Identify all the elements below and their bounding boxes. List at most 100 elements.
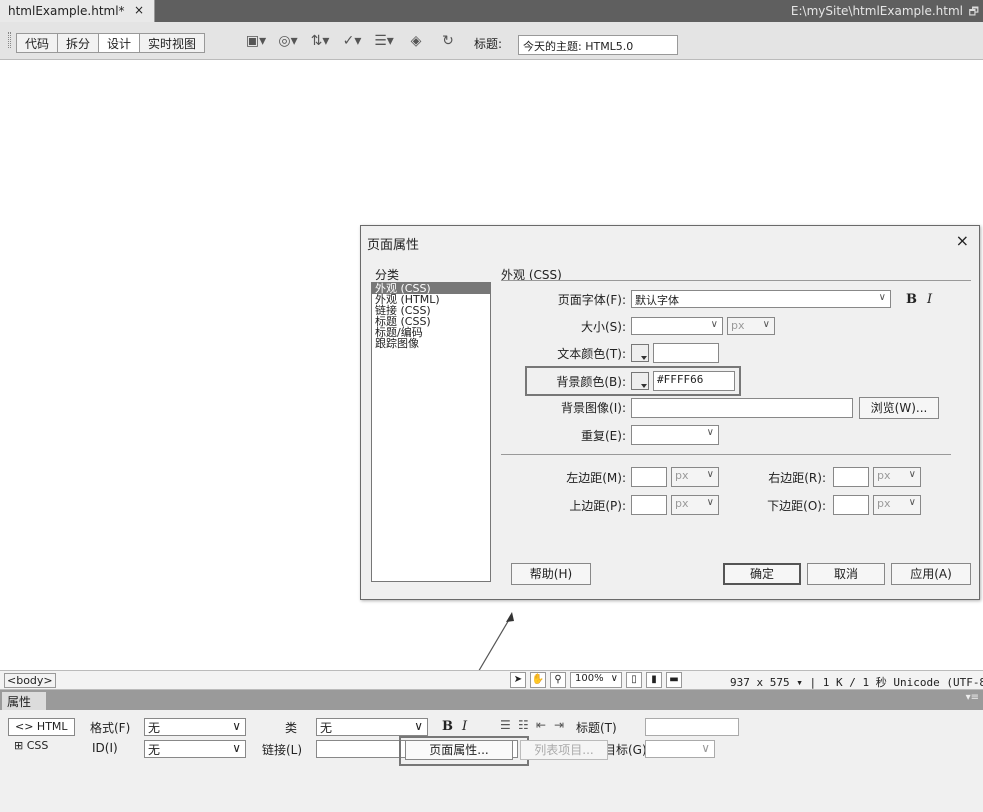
hand-tool-icon[interactable]: ✋ [530, 672, 546, 688]
chevron-down-icon: ∨ [414, 719, 423, 733]
zoom-tool-icon[interactable]: ⚲ [550, 672, 566, 688]
bottom-margin-unit[interactable]: px ∨ [873, 495, 921, 515]
preview-browser-icon[interactable]: ◎▾ [276, 33, 300, 49]
indent-icon[interactable]: ⇥ [554, 718, 564, 732]
page-title-input[interactable]: 今天的主题: HTML5.0 [518, 35, 678, 55]
ordered-list-icon[interactable]: ☷ [518, 718, 529, 732]
window-size[interactable]: 937 x 575 [730, 676, 790, 689]
document-tab[interactable]: htmlExample.html* × [0, 0, 155, 22]
class-label: 类 [285, 721, 298, 735]
class-select[interactable]: 无 ∨ [316, 718, 428, 736]
left-margin-unit[interactable]: px ∨ [671, 467, 719, 487]
download-size: 1 K / 1 秒 [822, 676, 887, 689]
size-unit: px [731, 319, 745, 332]
category-list: 外观 (CSS) 外观 (HTML) 链接 (CSS) 标题 (CSS) 标题/… [371, 282, 491, 582]
text-color-swatch[interactable] [631, 344, 649, 362]
multiscreen-icon[interactable]: ▣▾ [244, 33, 268, 49]
left-margin-input[interactable] [631, 467, 667, 487]
top-margin-unit[interactable]: px ∨ [671, 495, 719, 515]
size-unit-select[interactable]: px ∨ [727, 317, 775, 335]
link-label: 链接(L) [262, 743, 303, 757]
view-switcher: 代码 拆分 设计 实时视图 [16, 33, 206, 53]
target-label: 目标(G) [604, 743, 647, 757]
chevron-down-icon: ∨ [908, 497, 916, 508]
status-info: 937 x 575 ▾ | 1 K / 1 秒 Unicode (UTF-8) [730, 674, 983, 690]
document-tab-label: htmlExample.html* [8, 4, 125, 18]
chevron-down-icon: ∨ [706, 469, 714, 480]
page-properties-dialog: 页面属性 × 分类 外观 (CSS) 外观 (HTML) 链接 (CSS) 标题… [360, 225, 980, 600]
top-margin-input[interactable] [631, 495, 667, 515]
chevron-down-icon: ∨ [701, 741, 710, 755]
tag-selector-body[interactable]: <body> [4, 673, 56, 688]
target-select[interactable]: ∨ [645, 740, 715, 758]
apply-button[interactable]: 应用(A) [891, 563, 971, 585]
chevron-down-icon: ∨ [232, 741, 241, 755]
css-mode-button[interactable]: ⊞ CSS [8, 738, 54, 756]
toolbar-grip[interactable] [8, 32, 11, 48]
right-margin-unit-value: px [877, 469, 891, 482]
dialog-title: 页面属性 [367, 238, 420, 253]
bold-button[interactable]: B [442, 719, 453, 734]
unordered-list-icon[interactable]: ☰ [500, 718, 511, 732]
dialog-close-icon[interactable]: × [956, 231, 969, 250]
category-label: 分类 [375, 268, 400, 282]
zoom-select[interactable]: 100% ∨ [570, 672, 622, 688]
chevron-down-icon: ∨ [878, 292, 886, 303]
outdent-icon[interactable]: ⇤ [536, 718, 546, 732]
status-bar: <body> ➤ ✋ ⚲ 100% ∨ ▯ ▮ ▬ 937 x 575 ▾ | … [0, 670, 983, 690]
chevron-down-icon: ∨ [710, 319, 718, 330]
properties-panel-header: 属性 ▾≡ [0, 690, 983, 710]
format-label: 格式(F) [90, 721, 131, 735]
code-view-button[interactable]: 代码 [16, 33, 59, 53]
bg-image-label: 背景图像(I): [561, 401, 626, 415]
italic-button[interactable]: I [927, 292, 932, 307]
title-attr-label: 标题(T) [576, 721, 617, 735]
text-color-input[interactable] [653, 343, 719, 363]
bottom-margin-input[interactable] [833, 495, 869, 515]
format-select[interactable]: 无 ∨ [144, 718, 246, 736]
bg-color-swatch[interactable] [631, 372, 649, 390]
refresh-icon[interactable]: ↻ [436, 33, 460, 49]
browse-button[interactable]: 浏览(W)... [859, 397, 939, 419]
help-button[interactable]: 帮助(H) [511, 563, 591, 585]
title-label: 标题: [474, 37, 503, 51]
cancel-button[interactable]: 取消 [807, 563, 885, 585]
w3c-validation-icon[interactable]: ✓▾ [340, 33, 364, 49]
bg-color-input[interactable]: #FFFF66 [653, 371, 735, 391]
italic-button[interactable]: I [462, 719, 467, 734]
category-tracing-image[interactable]: 跟踪图像 [372, 338, 490, 349]
select-tool-icon[interactable]: ➤ [510, 672, 526, 688]
right-margin-input[interactable] [833, 467, 869, 487]
check-browser-icon[interactable]: ◈ [404, 33, 428, 49]
live-view-button[interactable]: 实时视图 [139, 33, 206, 53]
panel-menu-icon[interactable]: ▾≡ [966, 692, 979, 703]
top-margin-unit-value: px [675, 497, 689, 510]
bg-color-label: 背景颜色(B): [556, 375, 626, 389]
desktop-size-icon[interactable]: ▬ [666, 672, 682, 688]
split-view-button[interactable]: 拆分 [57, 33, 100, 53]
mobile-size-icon[interactable]: ▯ [626, 672, 642, 688]
repeat-select[interactable]: ∨ [631, 425, 719, 445]
file-management-icon[interactable]: ⇅▾ [308, 33, 332, 49]
list-items-button[interactable]: 列表项目... [520, 740, 608, 760]
title-attr-input[interactable] [645, 718, 739, 736]
restore-window-icon[interactable]: 🗗 [969, 3, 979, 22]
bold-button[interactable]: B [906, 292, 917, 307]
id-select[interactable]: 无 ∨ [144, 740, 246, 758]
html-mode-button[interactable]: <> HTML [8, 718, 75, 736]
design-view-button[interactable]: 设计 [98, 33, 141, 53]
ok-button[interactable]: 确定 [723, 563, 801, 585]
status-tools: ➤ ✋ ⚲ 100% ∨ ▯ ▮ ▬ [510, 672, 682, 688]
page-properties-button[interactable]: 页面属性... [405, 740, 513, 760]
bg-image-input[interactable] [631, 398, 853, 418]
chevron-down-icon: ▾ | [796, 676, 823, 689]
visual-aids-icon[interactable]: ☰▾ [372, 33, 396, 49]
close-tab-icon[interactable]: × [134, 3, 144, 17]
size-select[interactable]: ∨ [631, 317, 723, 335]
tablet-size-icon[interactable]: ▮ [646, 672, 662, 688]
properties-tab[interactable]: 属性 [2, 692, 46, 710]
chevron-down-icon: ∨ [232, 719, 241, 733]
id-value: 无 [148, 743, 161, 757]
page-font-select[interactable]: 默认字体 ∨ [631, 290, 891, 308]
right-margin-unit[interactable]: px ∨ [873, 467, 921, 487]
